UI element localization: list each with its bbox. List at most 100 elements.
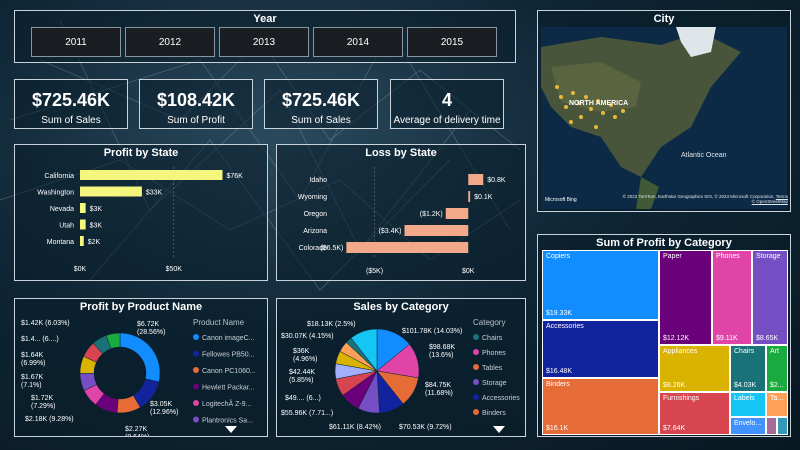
legend-item: Hewlett Packar... xyxy=(202,385,255,392)
year-button-2014[interactable]: 2014 xyxy=(313,27,403,57)
treemap-cell-value: $2... xyxy=(770,382,784,389)
category-label: Montana xyxy=(47,239,74,246)
profit-by-category-treemap: Copiers $19.33K Accessories $16.48K Binders $… xyxy=(542,250,788,435)
pie-slice-0 xyxy=(119,332,161,383)
kpi-card-profit: $108.42K Sum of Profit xyxy=(139,79,253,129)
sales-by-category-chart: $101.78K (14.03%) $98.68K(13.6%) $84.75K(1… xyxy=(281,318,520,431)
bar-nevada xyxy=(80,203,86,213)
legend-marker xyxy=(473,409,479,415)
treemap-cell-paper[interactable]: Paper $12.12K xyxy=(659,250,712,345)
year-slicer-title: Year xyxy=(253,13,277,25)
loss-by-state-panel: Loss by State Idaho $0.8K Wyoming $0.1K Oreg… xyxy=(276,144,526,281)
treemap-cell-label: Art xyxy=(770,348,779,355)
treemap-cell-art[interactable]: Art $2... xyxy=(766,345,788,392)
treemap-cell-accessories[interactable]: Accessories $16.48K xyxy=(542,320,659,378)
data-label: $0.8K xyxy=(487,177,506,184)
kpi-card-sales-2: $725.46K Sum of Sales xyxy=(264,79,378,129)
bar-california xyxy=(80,170,223,180)
treemap-cell-label: Chairs xyxy=(734,348,755,355)
treemap-cell-appliances[interactable]: Appliances $8.26K xyxy=(659,345,730,392)
treemap-cell-label: Copiers xyxy=(546,253,571,260)
data-label: $2K xyxy=(88,239,101,246)
data-label-percent: (13.6%) xyxy=(429,352,454,359)
treemap-cell-label: Labels xyxy=(734,395,755,402)
data-label: $18.13K (2.5%) xyxy=(307,321,356,328)
data-label: $70.53K (9.72%) xyxy=(399,424,452,431)
data-label: $33K xyxy=(146,190,163,197)
treemap-cell-label: Furnishings xyxy=(663,395,700,402)
treemap-cell-envelo[interactable]: Envelo... xyxy=(730,417,766,435)
treemap-cell-label: Phones xyxy=(716,253,740,260)
year-button-2012[interactable]: 2012 xyxy=(125,27,215,57)
data-label: $2.27K xyxy=(125,426,148,433)
map-osm-link[interactable]: © OpenStreetMap xyxy=(752,199,788,204)
legend-item: Fellowes PB50... xyxy=(202,352,255,359)
treemap-cell-storage[interactable]: Storage $8.65K xyxy=(752,250,788,345)
loss-by-state-chart: Idaho $0.8K Wyoming $0.1K Oregon ($1.2K) Arizo… xyxy=(298,167,506,275)
treemap-cell-value: $16.1K xyxy=(546,425,569,432)
kpi-card-sales: $725.46K Sum of Sales xyxy=(14,79,128,129)
treemap-cell-label: Binders xyxy=(546,381,570,388)
treemap-cell-labels[interactable]: Labels xyxy=(730,392,766,417)
treemap-cell-copiers[interactable]: Copiers $19.33K xyxy=(542,250,659,320)
kpi-label: Sum of Sales xyxy=(291,115,351,126)
treemap-cell-binders[interactable]: Binders $16.1K xyxy=(542,378,659,435)
x-tick-label: $0K xyxy=(74,266,87,273)
treemap-cell-ta[interactable]: Ta... xyxy=(766,392,788,417)
year-button-2011[interactable]: 2011 xyxy=(31,27,121,57)
kpi-label: Average of delivery time xyxy=(393,115,501,126)
legend-item: Tables xyxy=(482,365,503,372)
category-label: Washington xyxy=(37,190,74,197)
x-tick-label: $50K xyxy=(166,266,183,273)
data-label: $61.11K (8.42%) xyxy=(329,424,381,431)
treemap-cell-value: $16.48K xyxy=(546,368,573,375)
data-label-percent: (11.68%) xyxy=(425,390,453,397)
bar-arizona xyxy=(404,225,469,236)
scroll-down-arrow[interactable] xyxy=(225,426,237,433)
legend-item: Accessories xyxy=(482,395,520,402)
kpi-value: $108.42K xyxy=(156,90,236,110)
data-label-percent: (6.99%) xyxy=(21,360,46,367)
profit-by-category-panel: Sum of Profit by Category Copiers $19.33K… xyxy=(537,234,791,437)
treemap-cell-label: Storage xyxy=(756,253,781,260)
treemap-cell-small[interactable] xyxy=(777,417,788,435)
legend-item: Plantronics Sa... xyxy=(202,418,253,425)
treemap-cell-value: $19.33K xyxy=(546,310,573,317)
sales-by-category-title: Sales by Category xyxy=(353,301,449,313)
legend-marker xyxy=(473,334,479,340)
loss-by-state-title: Loss by State xyxy=(365,147,437,159)
profit-by-state-chart: California $76K Washington $33K Nevada $3K Uta… xyxy=(37,167,243,273)
legend-item: Canon PC1060... xyxy=(202,368,256,375)
treemap-cell-value: $4.03K xyxy=(734,382,757,389)
year-button-2015[interactable]: 2015 xyxy=(407,27,497,57)
treemap-cell-label: Paper xyxy=(663,253,682,260)
bar-washington xyxy=(80,186,142,197)
legend-marker xyxy=(193,367,199,373)
treemap-cell-value: $8.65K xyxy=(756,335,779,342)
treemap-cell-chairs[interactable]: Chairs $4.03K xyxy=(730,345,766,392)
data-label: $1.67K xyxy=(21,374,44,381)
treemap-cell-label: Envelo... xyxy=(734,420,762,427)
profit-by-state-title: Profit by State xyxy=(103,147,179,159)
treemap-cell-phones[interactable]: Phones $9.11K xyxy=(712,250,752,345)
legend-item: Phones xyxy=(482,350,506,357)
city-map[interactable]: NORTH AMERICA Atlantic Ocean Microsoft B… xyxy=(541,27,787,209)
legend-marker xyxy=(473,379,479,385)
bar-oregon xyxy=(445,208,469,219)
category-label: Idaho xyxy=(309,177,327,184)
scroll-down-arrow[interactable] xyxy=(493,426,505,433)
category-label: Oregon xyxy=(304,211,327,218)
treemap-cell-small[interactable] xyxy=(766,417,777,435)
treemap-cell-value: $12.12K xyxy=(663,335,690,342)
treemap-cell-furnishings[interactable]: Furnishings $7.64K xyxy=(659,392,730,435)
data-label-percent: (28.56%) xyxy=(137,329,165,336)
legend-title: Product Name xyxy=(193,318,245,327)
treemap-cell-value: $7.64K xyxy=(663,425,686,432)
category-label: Nevada xyxy=(50,206,74,213)
data-label-percent: (7.1%) xyxy=(21,382,42,389)
profit-by-product-chart: $6.72K(28.56%) $3.05K(12.96%) $2.27K(9.64%… xyxy=(21,318,256,436)
year-button-2013[interactable]: 2013 xyxy=(219,27,309,57)
data-label-percent: (12.96%) xyxy=(150,409,178,416)
x-tick-label: $0K xyxy=(462,268,475,275)
profit-by-category-title: Sum of Profit by Category xyxy=(596,237,732,249)
